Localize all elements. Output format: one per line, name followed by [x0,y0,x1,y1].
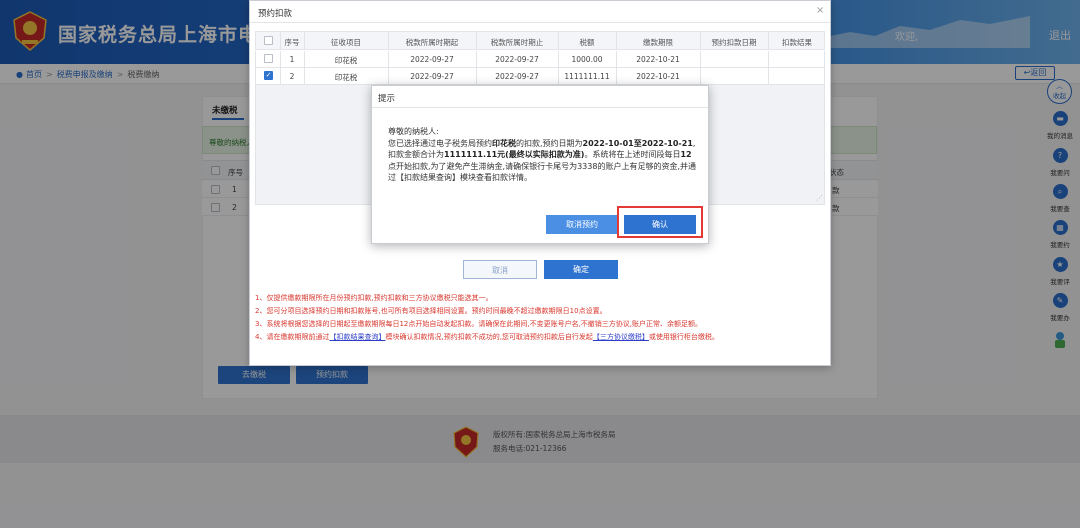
tripartite-payment-link[interactable]: 【三方协议缴税】 [593,333,649,341]
table-row[interactable]: ✓ 2 印花税 2022-09-27 2022-09-27 1111111.11… [255,68,825,85]
row-checkbox[interactable] [264,54,273,63]
confirm-highlight-box [617,206,703,238]
prompt-message: 尊敬的纳税人: 您已选择通过电子税务局预约印花税的扣款,预约日期为2022-10… [388,127,696,182]
note-4: 4、请在缴款期限前通过【扣款结果查询】模块确认扣款情况,预约扣款不成功的,您可取… [255,333,719,341]
col-item: 征收项目 [331,38,361,47]
select-all-checkbox[interactable] [264,36,273,45]
note-1: 1、仅提供缴款期限所在月份预约扣款,预约扣款和三方协议缴税只能选其一。 [255,294,493,302]
row-item: 印花税 [334,73,358,82]
col-period-end: 税款所属时期止 [490,38,544,47]
row-checkbox-checked[interactable]: ✓ [264,71,273,80]
dialog-cancel-button[interactable]: 取消 [463,260,537,279]
row-deadline: 2022-10-21 [636,55,680,64]
row-item: 印花税 [334,56,358,65]
cancel-booking-button[interactable]: 取消预约 [546,215,618,234]
col-result: 扣款结果 [782,38,812,47]
dialog-confirm-button[interactable]: 确定 [544,260,618,279]
note-3: 3、系统将根据您选择的日期起至缴款期限每日12点开始自动发起扣款。请确保在此期间… [255,320,703,328]
row-deadline: 2022-10-21 [636,72,680,81]
row-period-end: 2022-09-27 [495,55,539,64]
col-period-start: 税款所属时期起 [405,38,459,47]
row-amount: 1000.00 [571,55,603,64]
row-period-end: 2022-09-27 [495,72,539,81]
debit-result-query-link[interactable]: 【扣款结果查询】 [329,333,385,341]
booking-dialog-header: 预约扣款 × [250,1,830,23]
row-seq: 1 [289,55,295,64]
row-period-start: 2022-09-27 [410,72,454,81]
prompt-dialog-title: 提示 [378,94,396,104]
booking-dialog-title: 预约扣款 [258,9,293,19]
row-amount: 1111111.11 [564,72,610,81]
close-icon[interactable]: × [816,5,824,16]
booking-table-header: 序号 征收项目 税款所属时期起 税款所属时期止 税额 缴款期限 预约扣款日期 扣… [255,31,825,50]
col-deadline: 缴款期限 [643,38,673,47]
note-2: 2、您可分项目选择预约日期和扣款账号,也可所有项目选择相同设置。预约时间最晚不超… [255,307,607,315]
row-seq: 2 [289,72,295,81]
col-seq: 序号 [284,38,300,47]
col-booking-date: 预约扣款日期 [711,38,757,47]
prompt-dialog-header: 提示 [372,86,708,108]
table-row[interactable]: 1 印花税 2022-09-27 2022-09-27 1000.00 2022… [255,51,825,68]
col-amount: 税额 [579,38,595,47]
resize-handle-icon[interactable]: ⋰ [816,194,823,202]
row-period-start: 2022-09-27 [410,55,454,64]
